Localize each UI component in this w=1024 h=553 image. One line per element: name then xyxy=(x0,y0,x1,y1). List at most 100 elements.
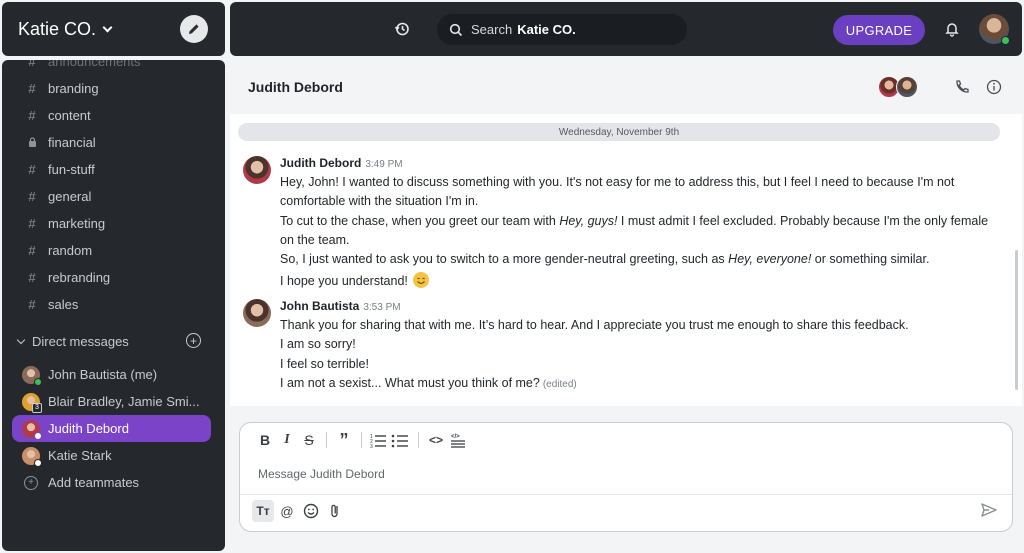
code-icon[interactable]: <> xyxy=(425,433,447,447)
text-format-toggle[interactable]: Tт xyxy=(252,500,274,522)
message-text-line: So, I just wanted to ask you to switch t… xyxy=(280,252,929,266)
mention-icon[interactable]: @ xyxy=(276,500,298,522)
message[interactable]: John Bautista 3:53 PM Thank you for sharin… xyxy=(242,299,1002,400)
search-input[interactable]: Search Katie CO. xyxy=(437,14,687,45)
channel-list: # announcements # branding # content financial… xyxy=(2,60,225,318)
avatar[interactable] xyxy=(243,299,271,327)
numbered-list-icon[interactable]: 1 2 3 xyxy=(368,432,390,448)
sidebar-item-content[interactable]: # content xyxy=(2,102,225,129)
add-teammates-button[interactable]: + Add teammates xyxy=(12,469,211,496)
direct-messages-header[interactable]: Direct messages + xyxy=(2,328,225,354)
compose-button[interactable] xyxy=(180,15,208,43)
hash-icon: # xyxy=(28,162,36,177)
message-text: I hope you understand! xyxy=(280,273,408,288)
message-text-line: Hey, John! I wanted to discuss something… xyxy=(280,175,954,189)
message-text: I am so sorry! xyxy=(280,337,356,352)
composer-area: B I S ” 1 2 3 <> </> Message Judith Debo… xyxy=(230,406,1022,551)
sidebar-item-announcements[interactable]: # announcements xyxy=(2,60,225,75)
message-text: comfortable with the situation I'm in. xyxy=(280,194,479,209)
avatar xyxy=(22,419,42,440)
message-composer[interactable]: B I S ” 1 2 3 <> </> Message Judith Debo… xyxy=(239,422,1013,532)
search-icon xyxy=(449,23,463,36)
avatar[interactable] xyxy=(243,156,271,184)
dm-item[interactable]: Katie Stark xyxy=(12,442,211,469)
strikethrough-icon[interactable]: S xyxy=(298,432,320,448)
message-author[interactable]: Judith Debord xyxy=(280,156,361,170)
message-list: Wednesday, November 9th Judith Debord 3:4… xyxy=(230,114,1022,406)
message-author[interactable]: John Bautista xyxy=(280,299,359,313)
sidebar-item-label: branding xyxy=(48,81,99,96)
dm-item-label: Judith Debord xyxy=(48,421,129,436)
message-text: I must admit I feel excluded. Probably b… xyxy=(617,213,989,228)
sidebar-item-branding[interactable]: # branding xyxy=(2,75,225,102)
message-text-line: I feel so terrible! xyxy=(280,357,369,371)
chevron-down-icon[interactable] xyxy=(16,335,26,344)
quote-icon[interactable]: ” xyxy=(333,431,355,449)
hash-icon: # xyxy=(28,108,36,123)
search-scope: Katie CO. xyxy=(517,22,576,37)
lock-icon xyxy=(24,135,40,150)
user-avatar[interactable] xyxy=(979,14,1010,45)
hash-icon: # xyxy=(28,297,36,312)
sidebar-item-general[interactable]: # general xyxy=(2,183,225,210)
phone-icon[interactable] xyxy=(954,79,970,95)
dm-item-label: Katie Stark xyxy=(48,448,112,463)
code-block-icon[interactable]: </> xyxy=(447,432,469,448)
pencil-icon xyxy=(189,24,199,34)
message-text-line: on the team. xyxy=(280,233,350,247)
message-input[interactable]: Message Judith Debord xyxy=(258,467,385,481)
sidebar-item-sales[interactable]: # sales xyxy=(2,291,225,318)
message-text: To cut to the chase, when you greet our … xyxy=(280,213,560,228)
chevron-down-icon[interactable] xyxy=(102,22,113,32)
divider xyxy=(240,494,1012,495)
sidebar-item-fun-stuff[interactable]: # fun-stuff xyxy=(2,156,225,183)
conversation-title: Judith Debord xyxy=(248,79,343,95)
date-divider: Wednesday, November 9th xyxy=(238,123,1000,141)
sidebar-item-marketing[interactable]: # marketing xyxy=(2,210,225,237)
dm-item-label: John Bautista (me) xyxy=(48,367,158,382)
bell-icon[interactable] xyxy=(944,21,960,37)
hash-icon: # xyxy=(28,243,36,258)
message-text: on the team. xyxy=(280,232,350,247)
info-icon[interactable] xyxy=(986,79,1002,95)
emoji-icon[interactable] xyxy=(300,500,322,522)
search-placeholder: Search xyxy=(471,22,513,37)
sidebar-item-random[interactable]: # random xyxy=(2,237,225,264)
avatar xyxy=(896,76,918,98)
message-time: 3:49 PM xyxy=(365,159,403,170)
sidebar-item-rebranding[interactable]: # rebranding xyxy=(2,264,225,291)
scrollbar[interactable] xyxy=(1015,250,1018,390)
workspace-header[interactable]: Katie CO. xyxy=(2,2,225,56)
avatar: 3 xyxy=(22,392,42,413)
hash-icon: # xyxy=(28,216,36,231)
add-dm-icon[interactable]: + xyxy=(186,333,201,348)
message[interactable]: Judith Debord 3:49 PM Hey, John! I wanted … xyxy=(242,156,1002,296)
toolbar-divider xyxy=(361,432,362,448)
sidebar-item-label: announcements xyxy=(48,60,141,69)
sidebar-item-label: marketing xyxy=(48,216,106,231)
attachment-icon[interactable] xyxy=(324,500,346,522)
top-bar: Search Katie CO. UPGRADE xyxy=(230,2,1022,56)
composer-tools: Tт @ xyxy=(252,500,348,522)
smiling-face-emoji-icon xyxy=(413,271,430,288)
history-icon[interactable] xyxy=(394,21,410,37)
workspace-name[interactable]: Katie CO. xyxy=(18,19,96,40)
dm-item[interactable]: John Bautista (me) xyxy=(12,361,211,388)
member-avatars[interactable] xyxy=(878,76,920,98)
online-status-indicator xyxy=(1001,36,1010,45)
bold-icon[interactable]: B xyxy=(254,432,276,448)
italic-icon[interactable]: I xyxy=(276,432,298,448)
send-icon[interactable] xyxy=(980,502,998,518)
upgrade-button[interactable]: UPGRADE xyxy=(833,15,925,45)
dm-item[interactable]: 3 Blair Bradley, Jamie Smi... xyxy=(12,388,211,415)
svg-text:</>: </> xyxy=(451,434,460,440)
sidebar: # announcements # branding # content financial… xyxy=(2,60,225,551)
avatar xyxy=(22,365,42,386)
hash-icon: # xyxy=(28,270,36,285)
message-meta: Judith Debord 3:49 PM xyxy=(280,156,403,170)
sidebar-item-label: sales xyxy=(48,297,79,312)
bullet-list-icon[interactable] xyxy=(390,432,412,448)
sidebar-item-financial[interactable]: financial xyxy=(2,129,225,156)
message-text: Thank you for sharing that with me. It’s… xyxy=(280,318,909,332)
dm-item[interactable]: Judith Debord xyxy=(12,415,211,442)
